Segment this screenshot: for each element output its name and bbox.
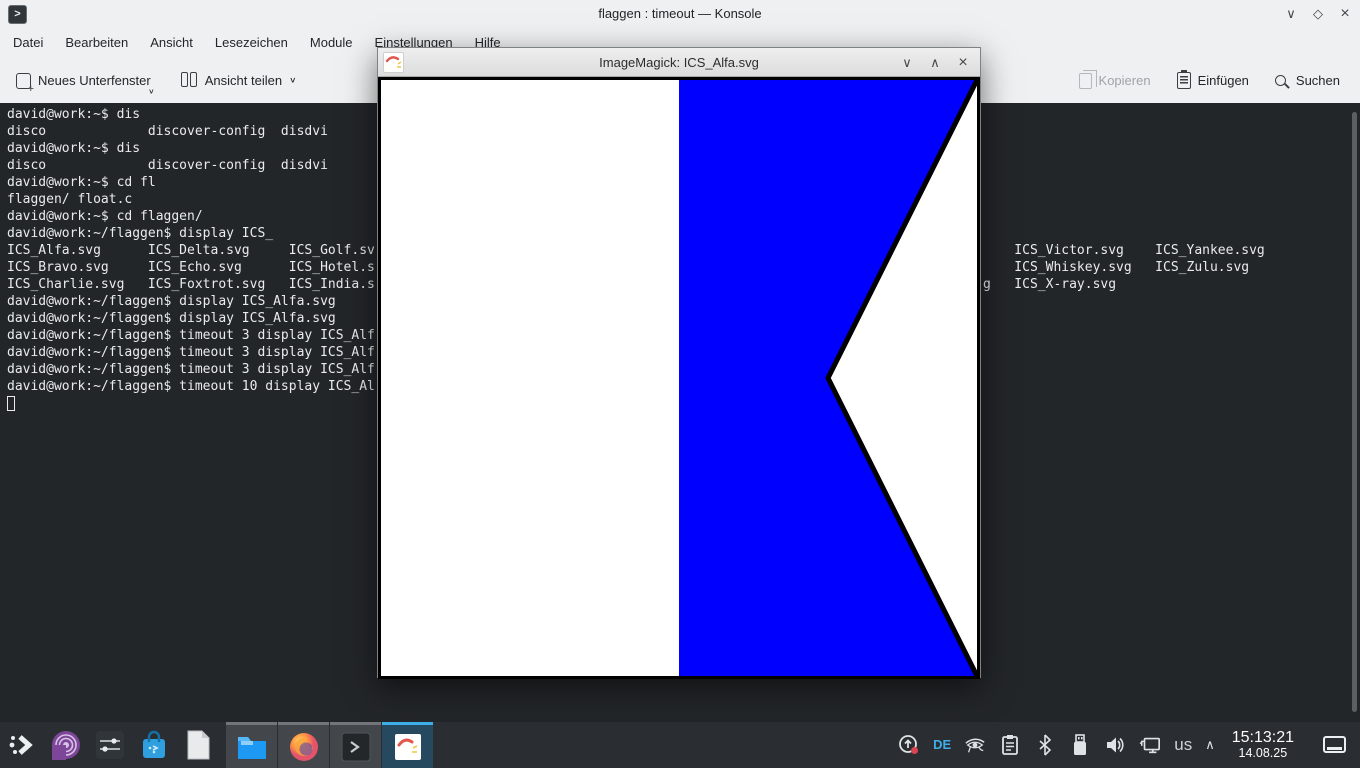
close-icon[interactable]: ×	[1336, 5, 1354, 23]
terminal-scrollbar[interactable]	[1352, 112, 1357, 712]
konsole-terminal-icon	[341, 732, 371, 762]
task-konsole[interactable]	[330, 722, 381, 768]
keyboard-layout-de-indicator[interactable]: DE	[933, 737, 951, 752]
konsole-window-title: flaggen : timeout — Konsole	[0, 0, 1360, 28]
imagemagick-task-icon	[393, 732, 423, 762]
new-tab-label: Neues Unterfenster	[38, 73, 151, 88]
terminal-output-right-columns: ICS_Victor.svg ICS_Yankee.svg ICS_Whiske…	[983, 242, 1265, 293]
system-settings-launcher[interactable]	[88, 722, 132, 768]
kde-launcher-icon	[8, 731, 36, 759]
copy-icon	[1079, 73, 1092, 89]
desktop: > flaggen : timeout — Konsole ∨ ◇ × Date…	[0, 0, 1360, 768]
viewer-minimize-icon[interactable]: ∨	[898, 54, 916, 72]
task-imagemagick[interactable]	[382, 722, 433, 768]
imagemagick-window-title: ImageMagick: ICS_Alfa.svg	[378, 48, 980, 77]
updates-available-icon[interactable]	[898, 734, 920, 756]
menu-datei[interactable]: Datei	[2, 31, 54, 55]
new-tab-button[interactable]: Neues Unterfenster ∨	[10, 67, 157, 95]
flag-image-alfa[interactable]	[378, 77, 980, 679]
task-dolphin[interactable]	[226, 722, 277, 768]
copy-label: Kopieren	[1099, 73, 1151, 88]
system-tray: DE	[898, 730, 1360, 760]
clock-date: 14.08.25	[1232, 747, 1294, 760]
imagemagick-titlebar[interactable]: ImageMagick: ICS_Alfa.svg ∨ ∧ ×	[378, 48, 980, 77]
imagemagick-window: ImageMagick: ICS_Alfa.svg ∨ ∧ ×	[377, 47, 981, 678]
show-desktop-button[interactable]	[1323, 736, 1346, 753]
menu-module[interactable]: Module	[299, 31, 364, 55]
viewer-maximize-icon[interactable]: ∧	[926, 54, 944, 72]
new-tab-icon	[16, 73, 31, 89]
discover-launcher[interactable]	[132, 722, 176, 768]
search-icon	[1275, 75, 1286, 86]
menu-bearbeiten[interactable]: Bearbeiten	[54, 31, 139, 55]
taskbar: DE	[0, 722, 1360, 768]
search-button[interactable]: Suchen	[1269, 67, 1346, 94]
search-label: Suchen	[1296, 73, 1340, 88]
split-view-label: Ansicht teilen	[205, 73, 282, 88]
settings-sliders-icon	[95, 730, 125, 760]
clipboard-icon[interactable]	[999, 734, 1021, 756]
folder-icon	[237, 734, 267, 760]
copy-button[interactable]: Kopieren	[1073, 67, 1157, 95]
split-view-icon	[181, 72, 198, 89]
maximize-icon[interactable]: ◇	[1309, 5, 1327, 23]
bluetooth-icon[interactable]	[1034, 734, 1056, 756]
document-icon	[184, 730, 212, 760]
konsole-titlebar[interactable]: > flaggen : timeout — Konsole ∨ ◇ ×	[0, 0, 1360, 28]
task-firefox[interactable]	[278, 722, 329, 768]
new-tab-menu-arrow-icon: ∨	[148, 87, 155, 96]
digital-clock[interactable]: 15:13:21 14.08.25	[1228, 730, 1298, 760]
tor-browser-launcher[interactable]	[44, 722, 88, 768]
usb-device-icon[interactable]	[1069, 734, 1091, 756]
document-launcher[interactable]	[176, 722, 220, 768]
clock-time: 15:13:21	[1232, 730, 1294, 747]
discover-bag-icon	[139, 730, 169, 760]
display-connect-icon[interactable]	[1139, 734, 1161, 756]
menu-ansicht[interactable]: Ansicht	[139, 31, 204, 55]
terminal-output: david@work:~$ dis disco discover-config …	[7, 106, 375, 395]
firefox-icon	[289, 732, 319, 762]
keyboard-layout-us-indicator[interactable]: us	[1174, 735, 1192, 755]
split-view-chevron-icon: ∨	[289, 76, 296, 85]
paste-label: Einfügen	[1198, 73, 1249, 88]
terminal-cursor	[7, 396, 15, 411]
tray-expander-chevron-icon[interactable]: ∧	[1205, 737, 1215, 753]
eye-icon[interactable]	[964, 734, 986, 756]
volume-icon[interactable]	[1104, 734, 1126, 756]
tor-browser-icon	[51, 730, 81, 760]
paste-icon	[1177, 72, 1191, 89]
menu-lesezeichen[interactable]: Lesezeichen	[204, 31, 299, 55]
viewer-close-icon[interactable]: ×	[954, 54, 972, 72]
paste-button[interactable]: Einfügen	[1171, 66, 1255, 95]
minimize-icon[interactable]: ∨	[1282, 5, 1300, 23]
split-view-button[interactable]: Ansicht teilen ∨	[175, 66, 303, 95]
application-launcher-button[interactable]	[0, 722, 44, 768]
